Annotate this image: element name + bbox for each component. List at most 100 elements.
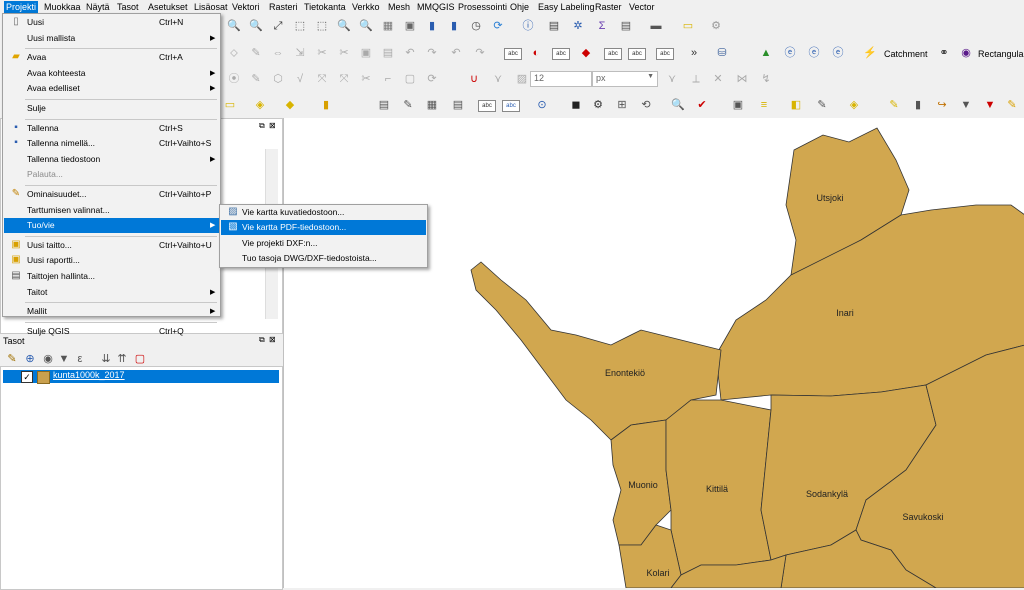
delete-icon[interactable]: ✕	[710, 71, 726, 87]
import_export_submenu-item-vie-kartta-pdf-tiedostoon[interactable]: ▧ Vie kartta PDF-tiedostoon...	[221, 220, 426, 236]
menu-vektori[interactable]: Vektori	[232, 2, 260, 12]
field-calc-icon[interactable]: ▤	[618, 18, 634, 34]
table-icon[interactable]: ▤	[376, 97, 392, 113]
statistics-icon[interactable]: Σ	[594, 18, 610, 34]
menu-tietokanta[interactable]: Tietokanta	[304, 2, 346, 12]
menu-mmqgis[interactable]: MMQGIS	[417, 2, 455, 12]
panel-close-icon[interactable]: ⊠	[269, 121, 276, 130]
pin-icon[interactable]: ✔	[694, 97, 710, 113]
annotation-icon[interactable]: ▭	[680, 18, 696, 34]
rectangular-plugin-label[interactable]: Rectangular	[978, 49, 1024, 59]
menu-verkko[interactable]: Verkko	[352, 2, 380, 12]
zoom-next-icon[interactable]: 🔍	[358, 18, 374, 34]
label-icon[interactable]: abc	[504, 48, 522, 60]
undo-icon[interactable]: ↶	[402, 45, 418, 61]
layer-select-icon[interactable]: ▣	[730, 97, 746, 113]
label-hide-icon[interactable]: abc	[656, 48, 674, 60]
plugin-e-icon[interactable]: ⓔ	[782, 45, 798, 61]
menu-asetukset[interactable]: Asetukset	[148, 2, 188, 12]
undo-path-icon[interactable]: ↪	[934, 97, 950, 113]
scale-icon[interactable]: ▢	[402, 71, 418, 87]
layer-tool-icon[interactable]: ◧	[788, 97, 804, 113]
menu-ohje[interactable]: Ohje	[510, 2, 529, 12]
select-value-icon[interactable]: ◆	[282, 97, 298, 113]
snap-grid-icon[interactable]: ▨	[514, 71, 530, 87]
snap-tolerance-spinbox[interactable]: 12	[530, 71, 592, 87]
magnet-icon[interactable]: ∪	[466, 71, 482, 87]
plugin-e3-icon[interactable]: ⓔ	[830, 45, 846, 61]
label-rotate-icon[interactable]: abc	[604, 48, 622, 60]
project_menu-item-ominaisuudet[interactable]: ✎ Ominaisuudet... Ctrl+Vaihto+P	[4, 187, 219, 202]
trace-icon[interactable]: ⋎	[664, 71, 680, 87]
search-icon[interactable]: 🔍	[670, 97, 686, 113]
menu-lisäosat[interactable]: Lisäosat	[194, 2, 228, 12]
project_menu-item-tuo-vie[interactable]: Tuo/vie ▶	[4, 218, 219, 234]
measure-icon[interactable]: ▬	[648, 18, 664, 34]
panel-float-icon[interactable]: ⧉	[259, 335, 265, 345]
redo2-icon[interactable]: ↷	[472, 45, 488, 61]
zoom-in-icon[interactable]: 🔍	[226, 18, 242, 34]
bar-icon[interactable]: ▮	[318, 97, 334, 113]
binoculars-icon[interactable]: ⚭	[936, 45, 952, 61]
grid-icon[interactable]: ▦	[424, 97, 440, 113]
project_menu-item-sulje-qgis[interactable]: Sulje QGIS Ctrl+Q	[4, 324, 219, 339]
tools-icon[interactable]: ⚙	[708, 18, 724, 34]
node-icon[interactable]: ⦿	[226, 71, 242, 87]
merge-icon[interactable]: ⋈	[734, 71, 750, 87]
snap-unit-select[interactable]: px ▼	[592, 71, 658, 87]
zoom-last-icon[interactable]: 🔍	[336, 18, 352, 34]
rotate-icon[interactable]: ⌐	[380, 71, 396, 87]
zoom-selection-icon[interactable]: ⬚	[314, 18, 330, 34]
plugin-e2-icon[interactable]: ⓔ	[806, 45, 822, 61]
catchment-plugin-label[interactable]: Catchment	[884, 49, 928, 59]
temporal-icon[interactable]: ◷	[468, 18, 484, 34]
menu-mesh[interactable]: Mesh	[388, 2, 410, 12]
menu-easy-labeling[interactable]: Easy Labeling	[538, 2, 595, 12]
move-icon[interactable]: ⇔	[270, 45, 286, 61]
reverse-icon[interactable]: ⟳	[424, 71, 440, 87]
cut-icon[interactable]: ✂	[314, 45, 330, 61]
project_menu-item-avaa-kohteesta[interactable]: Avaa kohteesta ▶	[4, 66, 219, 81]
refresh-icon[interactable]: ⟳	[490, 18, 506, 34]
trim-icon[interactable]: ✂	[358, 71, 374, 87]
attribute-table-icon[interactable]: ▤	[546, 18, 562, 34]
wand-icon[interactable]: ✎	[814, 97, 830, 113]
offset-icon[interactable]: ⤧	[314, 71, 330, 87]
sync-icon[interactable]: ⟲	[638, 97, 654, 113]
edit-icon[interactable]: ✎	[248, 45, 264, 61]
digitize-icon[interactable]: ⬦	[226, 45, 242, 61]
project_menu-item-mallit[interactable]: Mallit ▶	[4, 304, 219, 319]
select-icon[interactable]: ▭	[222, 97, 238, 113]
project_menu-item-avaa[interactable]: ▰ Avaa Ctrl+A	[4, 50, 219, 65]
project_menu-item-taittojen-hallinta[interactable]: ▤ Taittojen hallinta...	[4, 269, 219, 284]
project_menu-item-uusi-raportti[interactable]: ▣ Uusi raportti...	[4, 253, 219, 268]
project_menu-item-tarttumisen-valinnat[interactable]: Tarttumisen valinnat...	[4, 203, 219, 218]
zoom-layer-icon[interactable]: ⬚	[292, 18, 308, 34]
panel-close-icon[interactable]: ⊠	[269, 335, 276, 344]
extend-icon[interactable]: ↯	[758, 71, 774, 87]
simplify-icon[interactable]: ⤧	[336, 71, 352, 87]
import_export_submenu-item-vie-projekti-dxf-n[interactable]: Vie projekti DXF:n...	[221, 236, 426, 251]
menu-prosessointi[interactable]: Prosessointi	[458, 2, 507, 12]
map-canvas[interactable]: Utsjoki Inari Enontekiö Muonio Kittilä S…	[283, 118, 1024, 588]
bus-icon[interactable]: ⊙	[534, 97, 550, 113]
layer-list-icon[interactable]: ≡	[756, 97, 772, 113]
show-bookmarks-icon[interactable]: ▮	[446, 18, 462, 34]
zoom-full-icon[interactable]: ⤢	[270, 18, 286, 34]
triangle-icon[interactable]: ▲	[758, 45, 774, 61]
import_export_submenu-item-tuo-tasoja-dwg-dxf-tiedostoista[interactable]: Tuo tasoja DWG/DXF-tiedostoista...	[221, 251, 426, 266]
menu-tasot[interactable]: Tasot	[117, 2, 139, 12]
split-icon[interactable]: ⬡	[270, 71, 286, 87]
edit3-icon[interactable]: ✎	[1004, 97, 1020, 113]
plus-icon[interactable]: ⊞	[614, 97, 630, 113]
more-icon[interactable]: »	[686, 45, 702, 61]
check-icon[interactable]: √	[292, 71, 308, 87]
menu-näytä[interactable]: Näytä	[86, 2, 110, 12]
project_menu-item-tallenna-tiedostoon[interactable]: Tallenna tiedostoon ▶	[4, 152, 219, 167]
plugin-dark-icon[interactable]: ◉	[958, 45, 974, 61]
label-pin-icon[interactable]: ◐	[528, 45, 544, 61]
database-icon[interactable]: ⛁	[714, 45, 730, 61]
project_menu-item-uusi-mallista[interactable]: Uusi mallista ▶	[4, 31, 219, 46]
python-icon[interactable]: ⚡	[862, 45, 878, 61]
label-change-icon[interactable]: abc	[628, 48, 646, 60]
